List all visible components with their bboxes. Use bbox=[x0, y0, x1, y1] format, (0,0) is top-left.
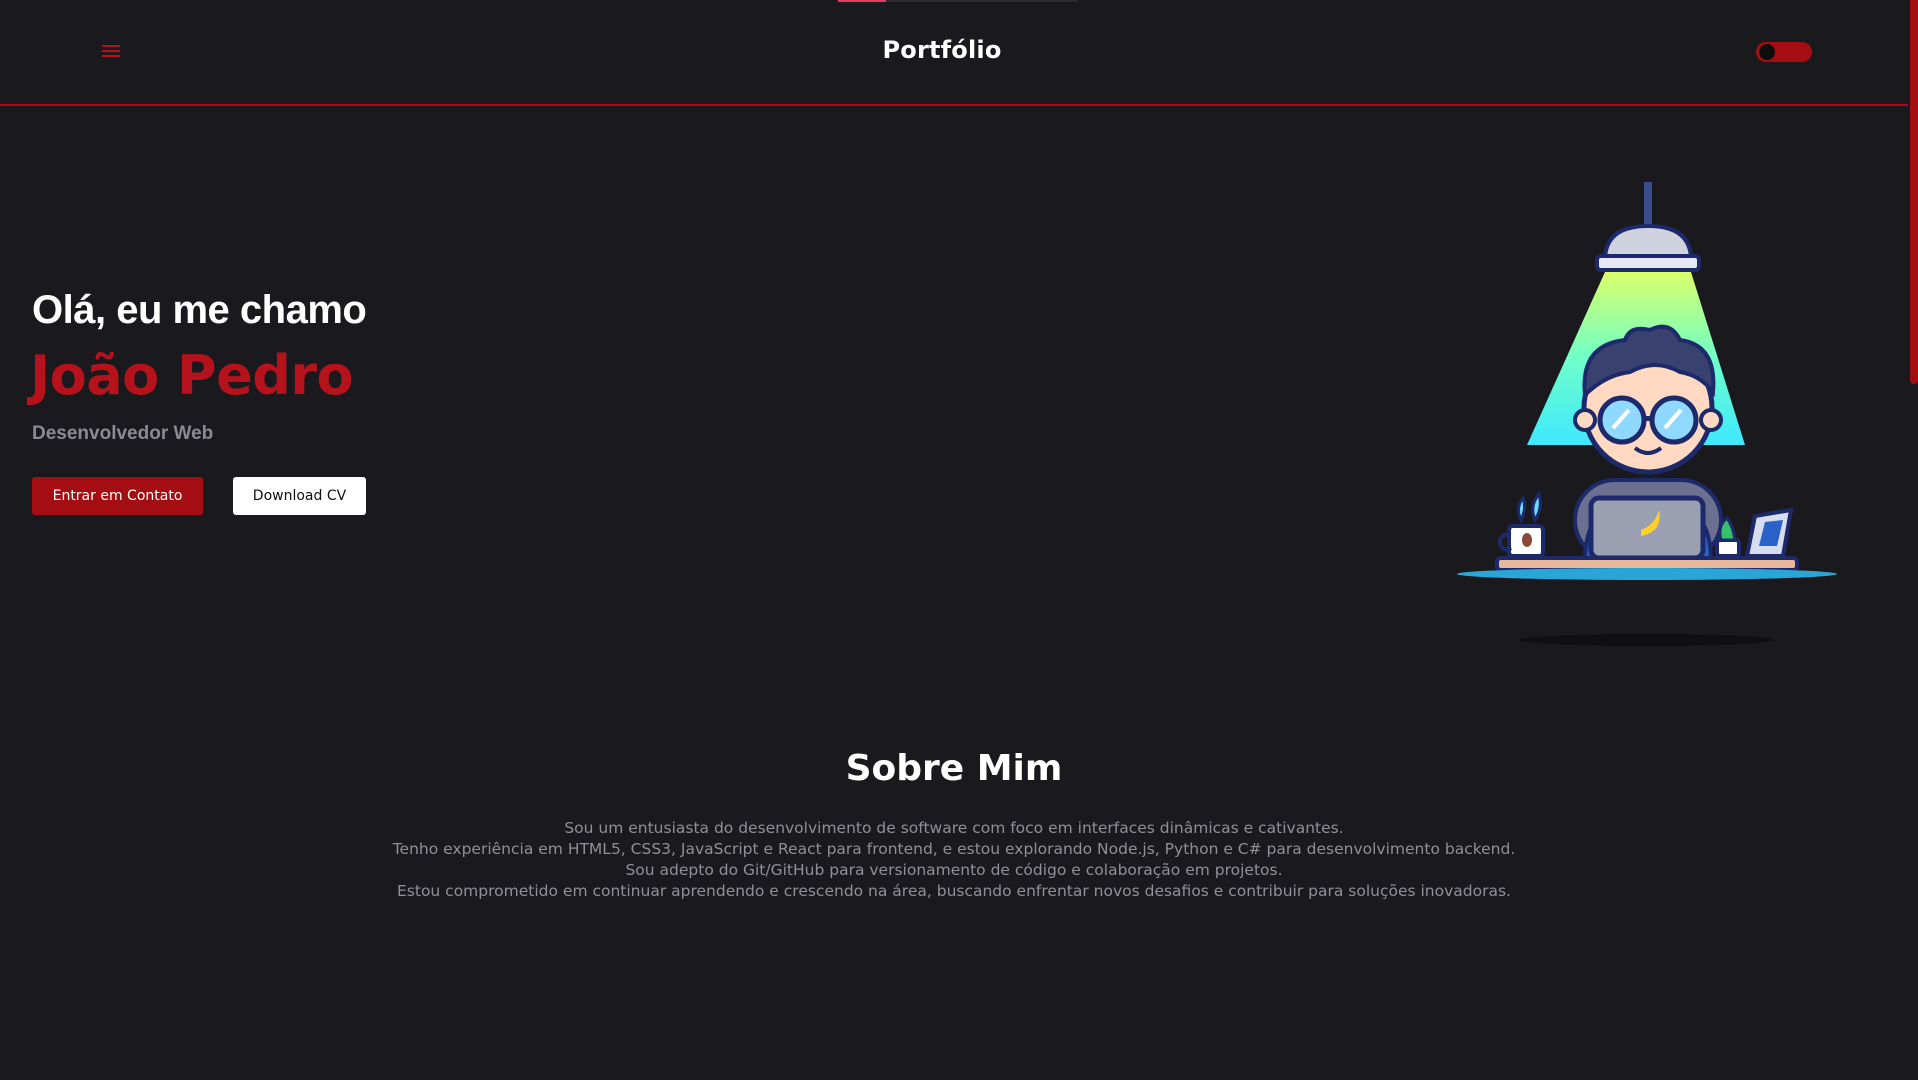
toggle-knob bbox=[1759, 44, 1775, 60]
theme-toggle[interactable] bbox=[1756, 42, 1812, 62]
page: Portfólio Olá, eu me chamo João Pedro De… bbox=[0, 0, 1918, 1080]
about-text: Sou um entusiasta do desenvolvimento de … bbox=[0, 818, 1908, 902]
ear-left bbox=[1573, 408, 1597, 432]
scrollbar[interactable] bbox=[1908, 0, 1918, 1080]
hero-name: João Pedro bbox=[30, 344, 354, 407]
plant-pot bbox=[1715, 538, 1741, 558]
contact-button[interactable]: Entrar em Contato bbox=[32, 477, 203, 515]
lamp-rim bbox=[1595, 254, 1701, 272]
floor-disc bbox=[1457, 568, 1837, 580]
hero-role: Desenvolvedor Web bbox=[32, 423, 214, 444]
plant bbox=[1718, 515, 1737, 542]
download-cv-button[interactable]: Download CV bbox=[233, 477, 366, 515]
steam bbox=[1516, 495, 1527, 524]
ear-right bbox=[1699, 408, 1723, 432]
about-line: Estou comprometido em continuar aprenden… bbox=[397, 882, 1511, 900]
about-line: Sou adepto do Git/GitHub para versioname… bbox=[625, 861, 1283, 879]
site-header: Portfólio bbox=[0, 0, 1908, 106]
about-line: Tenho experiência em HTML5, CSS3, JavaSc… bbox=[392, 840, 1516, 858]
hero-greeting: Olá, eu me chamo bbox=[32, 288, 367, 332]
scrollbar-thumb[interactable] bbox=[1910, 0, 1918, 384]
developer-illustration bbox=[1457, 182, 1837, 646]
lamp-cord bbox=[1644, 182, 1652, 226]
about-title: Sobre Mim bbox=[845, 748, 1063, 789]
floating-shadow bbox=[1519, 634, 1775, 646]
about-line: Sou um entusiasta do desenvolvimento de … bbox=[564, 819, 1344, 837]
brand-title[interactable]: Portfólio bbox=[0, 36, 1884, 64]
